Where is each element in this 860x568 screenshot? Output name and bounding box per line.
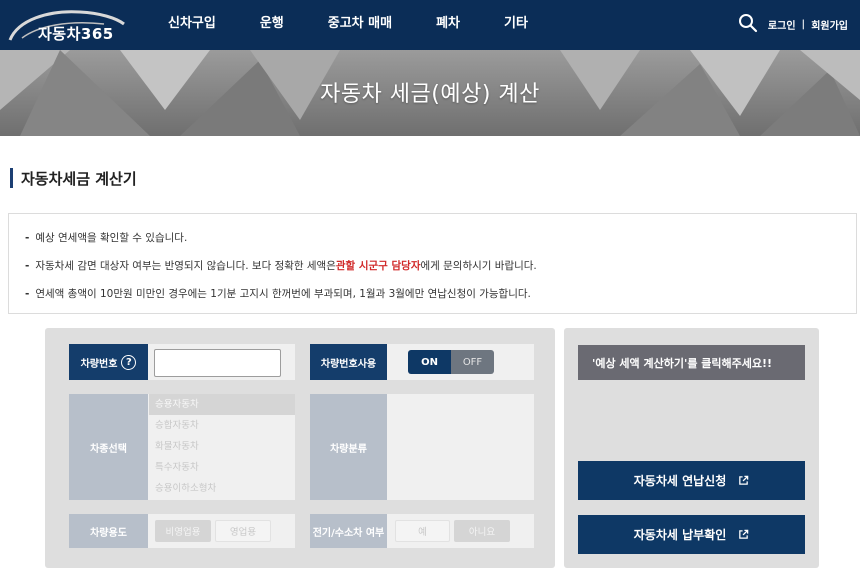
page-title: 자동차 세금(예상) 계산 (320, 82, 540, 107)
help-icon[interactable]: ? (121, 354, 137, 370)
external-link-icon (739, 475, 749, 485)
notice-text-2b: 에게 문의하시기 바랍니다. (420, 260, 537, 272)
notice-text-2a: 자동차세 감면 대상자 여부는 반영되지 않습니다. 보다 정확한 세액은 (35, 260, 336, 272)
ev-hydrogen-label: 전기/수소차 여부 (310, 514, 387, 548)
top-navigation-bar: 자동차365 신차구입 운행 중고차 매매 폐차 기타 로그인 | 회원가입 (0, 0, 860, 50)
non-commercial-button[interactable]: 비영업용 (155, 520, 211, 542)
annual-payment-button[interactable]: 자동차세 연납신청 (578, 461, 805, 500)
toggle-on[interactable]: ON (408, 350, 451, 374)
bullet-dash: - (25, 287, 30, 300)
section-title: 자동차세금 계산기 (10, 168, 137, 188)
notice-text-3: 연세액 총액이 10만원 미만인 경우에는 1기분 고지시 한꺼번에 부과되며,… (35, 288, 531, 300)
nav-scrap[interactable]: 폐차 (436, 0, 460, 50)
tax-calculator-panel: 차량번호 ? 차량번호사용 ON OFF 차종선택 승용자동차 승합자동차 화물… (45, 328, 555, 568)
notice-line-1: - 예상 연세액을 확인할 수 있습니다. (25, 230, 187, 245)
logo-text: 자동차365 (38, 25, 114, 43)
login-link[interactable]: 로그인 (768, 17, 796, 32)
vehicle-category-cell (387, 394, 534, 500)
nav-driving[interactable]: 운행 (260, 0, 284, 50)
vehicle-category-label: 차량분류 (310, 394, 387, 500)
notice-line-2: - 자동차세 감면 대상자 여부는 반영되지 않습니다. 보다 정확한 세액은 … (25, 258, 537, 273)
annual-payment-button-label: 자동차세 연납신청 (633, 474, 727, 488)
external-link-icon (739, 529, 749, 539)
ev-yes-button[interactable]: 예 (395, 520, 450, 542)
type-option-special[interactable]: 특수자동차 (149, 457, 295, 478)
result-hint: '예상 세액 계산하기'를 클릭해주세요!! (578, 345, 805, 380)
main-nav: 신차구입 운행 중고차 매매 폐차 기타 (146, 0, 550, 50)
type-option-truck[interactable]: 화물자동차 (149, 436, 295, 457)
nav-new-car[interactable]: 신차구입 (168, 0, 216, 50)
type-option-passenger[interactable]: 승용자동차 (149, 394, 295, 415)
section-accent-bar (10, 168, 13, 188)
type-option-van[interactable]: 승합자동차 (149, 415, 295, 436)
section-title-text: 자동차세금 계산기 (21, 169, 137, 188)
bullet-dash: - (25, 231, 30, 244)
plate-use-toggle[interactable]: ON OFF (408, 350, 494, 374)
user-links: 로그인 | 회원가입 (768, 17, 848, 32)
result-panel: '예상 세액 계산하기'를 클릭해주세요!! 자동차세 연납신청 자동차세 납부… (564, 328, 819, 568)
notice-box: - 예상 연세액을 확인할 수 있습니다. - 자동차세 감면 대상자 여부는 … (8, 213, 857, 314)
notice-line-3: - 연세액 총액이 10만원 미만인 경우에는 1기분 고지시 한꺼번에 부과되… (25, 286, 531, 301)
search-icon[interactable] (738, 13, 758, 33)
plate-number-input[interactable] (154, 349, 281, 377)
vehicle-type-label: 차종선택 (69, 394, 148, 500)
link-separator: | (801, 19, 806, 30)
vehicle-use-label: 차량용도 (69, 514, 148, 548)
commercial-button[interactable]: 영업용 (215, 520, 271, 542)
ev-no-button[interactable]: 아니요 (454, 520, 510, 542)
payment-check-button[interactable]: 자동차세 납부확인 (578, 515, 805, 554)
plate-number-label: 차량번호 ? (69, 344, 148, 380)
bullet-dash: - (25, 259, 30, 272)
plate-number-label-text: 차량번호 (80, 358, 118, 370)
vehicle-type-list: 승용자동차 승합자동차 화물자동차 특수자동차 승용이하소형차 (149, 394, 295, 500)
toggle-off[interactable]: OFF (451, 350, 494, 374)
nav-used-car[interactable]: 중고차 매매 (328, 0, 392, 50)
page-banner: 자동차 세금(예상) 계산 (0, 50, 860, 136)
nav-etc[interactable]: 기타 (504, 0, 528, 50)
contact-highlight: 관할 시군구 담당자 (335, 260, 421, 272)
type-option-compact[interactable]: 승용이하소형차 (149, 478, 295, 499)
notice-text-1: 예상 연세액을 확인할 수 있습니다. (35, 232, 188, 244)
payment-check-button-label: 자동차세 납부확인 (633, 528, 727, 542)
site-logo[interactable]: 자동차365 (8, 6, 128, 46)
signup-link[interactable]: 회원가입 (811, 17, 848, 32)
plate-use-label: 차량번호사용 (310, 344, 387, 380)
